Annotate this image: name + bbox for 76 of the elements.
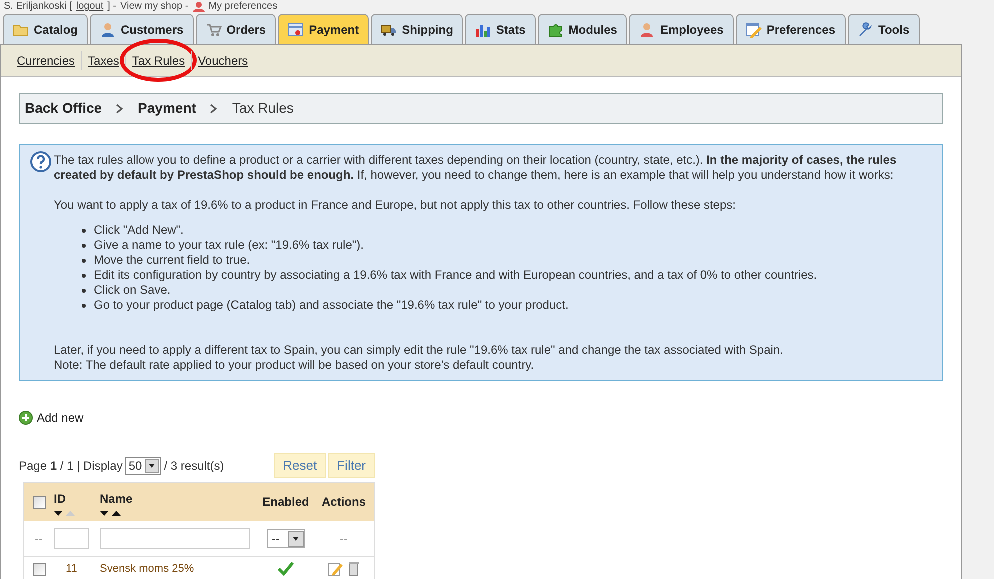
logout-link[interactable]: logout — [76, 0, 104, 13]
step-text: Move the current field to true. — [94, 253, 250, 268]
results-count: / 3 result(s) — [164, 458, 224, 474]
empty-filter-text: -- — [34, 530, 44, 548]
cart-icon — [206, 22, 222, 38]
checkmark-icon[interactable] — [278, 562, 294, 576]
bullet-icon — [82, 244, 86, 248]
instruction-text: You want to apply a tax of 19.6% to a product in France and Europe, but not apply this tax to other countries. Follow these steps: — [53, 198, 737, 213]
column-header: Enabled — [262, 494, 310, 511]
person-icon — [192, 2, 205, 12]
subtab-link[interactable]: Tax Rules — [132, 54, 186, 68]
intro-paragraph: The tax rules allow you to define a product or a carrier with different taxes depending on their location (country, state, etc.). In the majority of cases, the rules created by default by PrestaShop should be enough. If, however, you need to change them, here is an example that will help you understand how it works: — [54, 153, 898, 183]
person-icon — [100, 22, 116, 38]
note-text: Later, if you need to apply a different tax to Spain, you can simply edit the rule "19.6% tax rule" and change the tax associated with Spain. — [53, 343, 784, 358]
per-page-select[interactable]: 50 — [124, 456, 162, 474]
dropdown-icon — [288, 530, 304, 546]
edit-icon[interactable] — [328, 561, 344, 577]
breadcrumb-item[interactable]: Back Office — [25, 98, 102, 119]
subtab-link[interactable]: Taxes — [88, 54, 120, 68]
subtab-link[interactable]: Currencies — [17, 54, 76, 68]
nav-tab[interactable]: Payment — [278, 14, 370, 44]
nav-tab[interactable]: Modules — [538, 14, 628, 44]
step-text: Click "Add New". — [94, 223, 184, 238]
wrench-icon — [858, 22, 874, 38]
pencil-document-icon — [746, 22, 762, 38]
step-text: Edit its configuration by country by associating a 19.6% tax with France and with European countries, and a tax of 0% to other countries. — [94, 268, 818, 283]
step-text: Go to your product page (Catalog tab) and associate the "19.6% tax rule" to your product. — [94, 298, 569, 313]
breadcrumb-item[interactable]: Payment — [138, 98, 196, 119]
table-cell-text: Svensk moms 25% — [100, 562, 196, 577]
column-header: Actions — [320, 494, 367, 511]
step-text: Click on Save. — [94, 283, 171, 298]
enabled-filter-select[interactable]: -- — [267, 529, 305, 548]
breadcrumb-item: Tax Rules — [232, 99, 294, 118]
bullet-icon — [82, 304, 86, 308]
nav-tab[interactable]: Preferences — [736, 14, 846, 44]
nav-tab[interactable]: Orders — [196, 14, 276, 44]
sort-arrows-icon[interactable] — [100, 510, 122, 516]
step-text: Give a name to your tax rule (ex: "19.6% tax rule"). — [94, 238, 364, 253]
chevron-icon — [210, 104, 218, 114]
add-new-link[interactable]: Add new — [37, 409, 84, 427]
view-shop-link[interactable]: View my shop - — [120, 0, 189, 13]
bullet-icon — [82, 228, 86, 232]
separator-text: ] - — [108, 0, 116, 13]
column-header: Name — [100, 490, 134, 508]
preferences-link[interactable]: My preferences — [208, 0, 278, 13]
pagination-text: Page 1 / 1 | Display — [19, 458, 123, 474]
name-filter-field[interactable] — [100, 528, 250, 549]
chevron-icon — [116, 104, 124, 114]
nav-tab[interactable]: Tools — [848, 14, 920, 44]
table-cell-text: 11 — [65, 562, 78, 577]
nav-tab[interactable]: Customers — [90, 14, 194, 44]
bullet-icon — [82, 288, 86, 292]
user-name: S. Eriljankoski [ — [4, 0, 72, 13]
nav-tab[interactable]: Employees — [629, 14, 734, 44]
table-button[interactable]: Reset — [274, 453, 326, 478]
bullet-icon — [82, 274, 86, 278]
dropdown-icon — [145, 458, 160, 472]
subtab-link[interactable]: Vouchers — [198, 54, 248, 68]
empty-filter-text: -- — [339, 530, 349, 548]
id-filter-field[interactable] — [54, 528, 89, 549]
nav-tab[interactable]: Stats — [465, 14, 536, 44]
trash-icon[interactable] — [348, 561, 360, 577]
add-icon[interactable] — [19, 411, 33, 425]
column-header: ID — [54, 490, 67, 508]
sort-arrows-icon[interactable] — [54, 510, 76, 516]
card-icon — [288, 22, 304, 38]
row-checkbox[interactable] — [32, 562, 46, 576]
table-button[interactable]: Filter — [328, 453, 375, 478]
nav-tab[interactable]: Catalog — [3, 14, 88, 44]
person-icon — [639, 22, 656, 38]
bullet-icon — [82, 258, 86, 262]
note-text: Note: The default rate applied to your product will be based on your store's default country. — [53, 358, 536, 373]
help-icon — [30, 151, 52, 173]
puzzle-icon — [548, 22, 564, 38]
nav-tab[interactable]: Shipping — [371, 14, 464, 44]
select-all-checkbox[interactable] — [32, 496, 46, 508]
